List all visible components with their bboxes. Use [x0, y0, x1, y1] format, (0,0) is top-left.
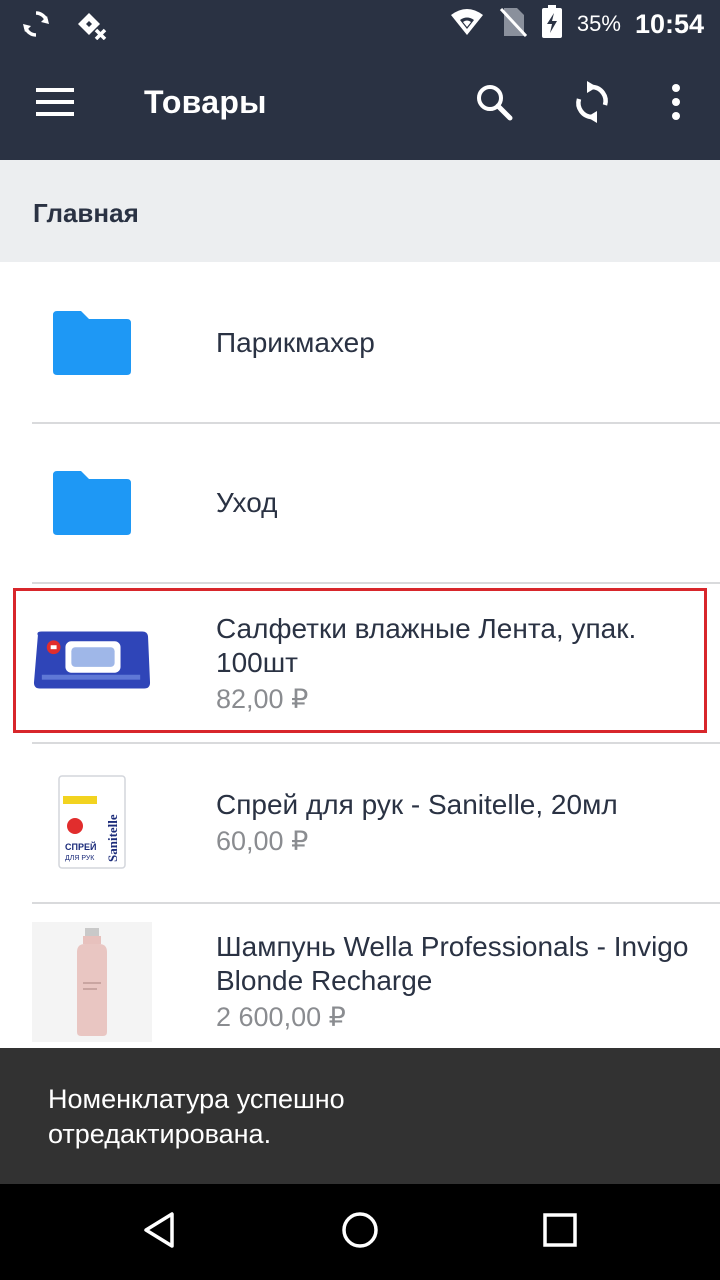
product-title: Шампунь Wella Professionals - Invigo Blo… [216, 931, 689, 996]
folder-icon [32, 462, 152, 542]
clock: 10:54 [634, 8, 704, 39]
search-button[interactable] [466, 78, 522, 130]
screen: 35% 10:54 Товары Главная Парикмахер Уход… [0, 0, 720, 1280]
sync-icon [573, 80, 611, 128]
list-item-product[interactable]: Шампунь Wella Professionals - Invigo Blo… [0, 904, 720, 1048]
list-item-folder[interactable]: Уход [0, 424, 720, 584]
battery-percent: 35% [576, 11, 621, 36]
sync-icon [20, 8, 52, 45]
snackbar-message: Номенклатура успешно отредактирована. [48, 1084, 345, 1149]
breadcrumb-label: Главная [33, 198, 139, 228]
menu-icon [36, 87, 76, 122]
no-sim-icon [499, 6, 527, 43]
spray-label-line1: СПРЕЙ [65, 841, 96, 852]
list-item-folder[interactable]: Парикмахер [0, 262, 720, 424]
back-icon [140, 1210, 180, 1255]
app-bar: Товары [0, 48, 720, 160]
back-button[interactable] [136, 1208, 184, 1256]
home-icon [340, 1210, 380, 1255]
folder-label: Уход [216, 487, 278, 518]
folder-icon [32, 302, 152, 382]
status-left-icons [20, 8, 108, 45]
recents-icon [540, 1210, 580, 1255]
page-title: Товары [144, 84, 267, 120]
recents-button[interactable] [536, 1208, 584, 1256]
wifi-icon [449, 7, 485, 42]
snackbar: Номенклатура успешно отредактирована. [0, 1048, 720, 1184]
sync-button[interactable] [564, 78, 620, 130]
status-right-icons: 35% 10:54 [449, 0, 704, 48]
more-vert-icon [670, 83, 682, 125]
product-title: Салфетки влажные Лента, упак. 100шт [216, 613, 637, 678]
signal-app-icon [74, 8, 108, 45]
spray-label-line2: ДЛЯ РУК [65, 855, 95, 862]
search-icon [474, 82, 514, 127]
battery-charging-icon [541, 4, 563, 44]
menu-button[interactable] [26, 78, 86, 130]
status-bar: 35% 10:54 [0, 0, 720, 48]
hand-spray-image: СПРЕЙ ДЛЯ РУК Sanitelle [32, 774, 152, 870]
navigation-bar [0, 1184, 720, 1280]
list-item-product[interactable]: Салфетки влажные Лента, упак. 100шт 82,0… [0, 584, 720, 744]
home-button[interactable] [336, 1208, 384, 1256]
folder-label: Парикмахер [216, 327, 375, 358]
product-price: 82,00 ₽ [216, 684, 309, 714]
breadcrumb[interactable]: Главная [0, 160, 720, 262]
product-title: Спрей для рук - Sanitelle, 20мл [216, 789, 618, 820]
spray-brand: Sanitelle [105, 814, 120, 862]
product-price: 60,00 ₽ [216, 826, 309, 856]
list-item-product[interactable]: СПРЕЙ ДЛЯ РУК Sanitelle Спрей для рук - … [0, 744, 720, 904]
product-price: 2 600,00 ₽ [216, 1002, 346, 1032]
more-options-button[interactable] [650, 78, 702, 130]
shampoo-bottle-image [32, 922, 152, 1042]
wet-wipes-image [32, 622, 152, 698]
